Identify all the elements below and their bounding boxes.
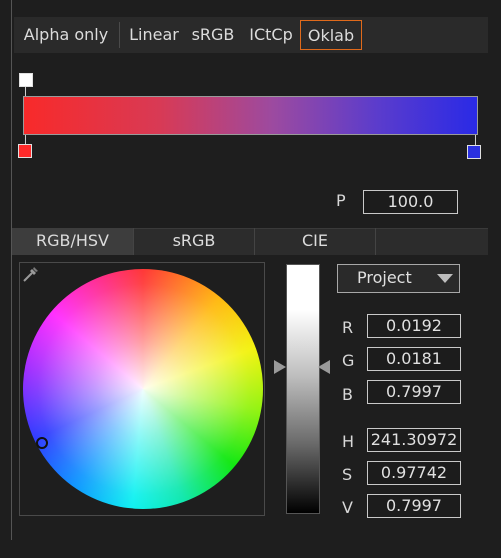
tab-cie[interactable]: CIE: [255, 228, 375, 255]
g-label: G: [342, 351, 355, 370]
tab-alpha-only[interactable]: Alpha only: [17, 20, 115, 50]
b-label: B: [342, 385, 353, 404]
value-slider-right-arrow[interactable]: [318, 360, 330, 374]
tab-model-srgb[interactable]: sRGB: [134, 228, 254, 255]
eyedropper-icon[interactable]: [21, 264, 41, 284]
gradient-preview-bar[interactable]: [23, 96, 478, 135]
tab-oklab[interactable]: Oklab: [300, 20, 362, 50]
v-label: V: [342, 498, 353, 517]
color-wheel[interactable]: [23, 269, 263, 509]
color-space-select-value: Project: [357, 268, 412, 287]
panel-edge-line: [11, 0, 12, 540]
tab-separator: [119, 22, 120, 48]
tab-separator: [375, 228, 376, 255]
tab-linear[interactable]: Linear: [125, 20, 183, 50]
b-field[interactable]: 0.7997: [367, 380, 461, 404]
s-label: S: [342, 465, 353, 484]
start-stop-stem: [25, 135, 26, 144]
wheel-selection-marker[interactable]: [36, 437, 48, 449]
alpha-stop-handle[interactable]: [19, 73, 33, 87]
value-slider-left-arrow[interactable]: [274, 360, 286, 374]
end-color-stop-handle[interactable]: [467, 145, 481, 159]
alpha-stop-stem: [25, 87, 26, 96]
s-field[interactable]: 0.97742: [367, 461, 461, 485]
h-label: H: [342, 432, 355, 451]
r-field[interactable]: 0.0192: [367, 314, 461, 338]
v-field[interactable]: 0.7997: [367, 494, 461, 518]
chevron-down-icon[interactable]: [437, 274, 453, 283]
saturation-overlay: [23, 269, 263, 509]
end-stop-stem: [475, 135, 476, 145]
start-color-stop-handle[interactable]: [18, 144, 32, 158]
h-field[interactable]: 241.30972: [367, 428, 461, 452]
tab-srgb[interactable]: sRGB: [188, 20, 238, 50]
position-label: P: [336, 191, 346, 210]
r-label: R: [342, 318, 354, 337]
tab-rgb-hsv[interactable]: RGB/HSV: [12, 228, 133, 255]
g-field[interactable]: 0.0181: [367, 347, 461, 371]
position-field[interactable]: 100.0: [363, 190, 458, 214]
value-slider[interactable]: [286, 264, 320, 514]
tab-ictcp[interactable]: ICtCp: [244, 20, 298, 50]
